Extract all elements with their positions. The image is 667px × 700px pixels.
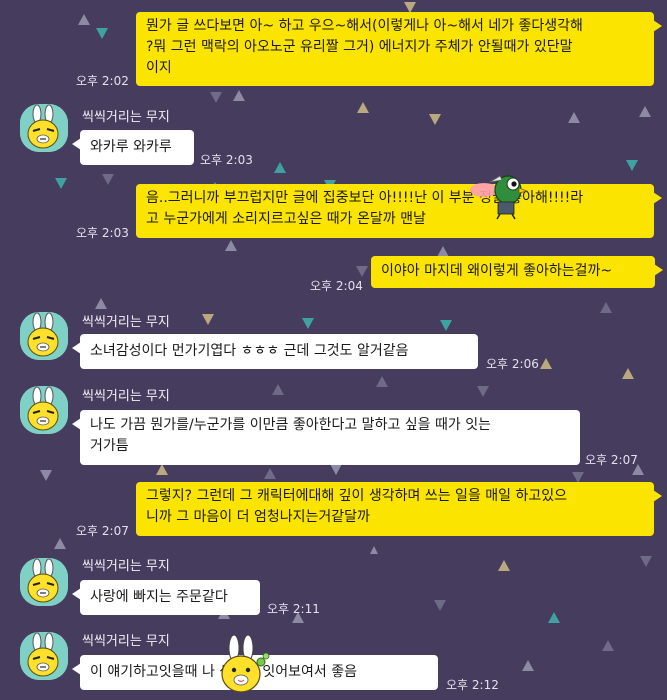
muzi-avatar-icon — [20, 312, 68, 360]
chat-bubble-mine[interactable]: 음..그러니까 부끄럽지만 글에 집중보단 아!!!!난 이 부분 정말 좋아해… — [136, 184, 662, 238]
chat-bubble-mine[interactable]: 뭔가 글 쓰다보면 아~ 하고 우으~해서(이렇게나 아~해서 네가 좋다생각해… — [136, 12, 662, 86]
sender-avatar[interactable] — [20, 558, 68, 606]
message-line: 사랑에 빠지는 주문같다 — [90, 589, 228, 605]
muzi-avatar-icon — [20, 632, 68, 680]
message-line: 뭔가 글 쓰다보면 아~ 하고 우으~해서(이렇게나 아~해서 네가 좋다생각해 — [146, 18, 583, 34]
muzi-character-sticker — [212, 634, 274, 700]
sender-name: 씩씩거리는 무지 — [82, 110, 170, 125]
chat-bubble-mine[interactable]: 이야아 마지데 왜이렇게 좋아하는걸까~ — [371, 256, 663, 288]
message-time: 오후 2:03 — [76, 226, 129, 240]
chat-bubble-theirs[interactable]: 사랑에 빠지는 주문같다 — [72, 580, 260, 615]
muzi-avatar-icon — [20, 558, 68, 606]
message-line: 니까 그 마음이 더 엄청나지는거같달까 — [146, 509, 370, 525]
sender-name: 씩씩거리는 무지 — [82, 634, 170, 649]
chat-bubble-theirs[interactable]: 와카루 와카루 — [72, 130, 194, 165]
message-line: 고 누군가에게 소리지르고싶은 때가 온달까 맨날 — [146, 211, 426, 227]
message-time: 오후 2:07 — [76, 524, 129, 538]
chat-bubble-theirs[interactable]: 나도 가끔 뭔가를/누군가를 이만큼 좋아한다고 말하고 싶을 때가 잇는 거가… — [72, 410, 580, 465]
sender-avatar[interactable] — [20, 104, 68, 152]
sender-name: 씩씩거리는 무지 — [82, 315, 170, 330]
sender-avatar[interactable] — [20, 312, 68, 360]
message-line: 이지 — [146, 60, 172, 76]
message-line: 이야아 마지데 왜이렇게 좋아하는걸까~ — [381, 263, 613, 279]
message-time: 오후 2:11 — [267, 602, 320, 616]
message-line: 거가틈 — [90, 438, 129, 454]
sender-name: 씩씩거리는 무지 — [82, 559, 170, 574]
message-time: 오후 2:07 — [585, 453, 638, 467]
chat-bubble-theirs[interactable]: 소녀감성이다 먼가기엽다 ㅎㅎㅎ 근데 그것도 알거같음 — [72, 334, 478, 369]
message-line: ?뭐 그런 맥락의 아오노군 유리짤 그거) 에너지가 주체가 안될때가 있단말 — [146, 39, 573, 55]
message-line: 소녀감성이다 먼가기엽다 ㅎㅎㅎ 근데 그것도 알거같음 — [90, 343, 409, 359]
message-line: 음..그러니까 부끄럽지만 글에 집중보단 아!!!!난 이 부분 정말 좋아해… — [146, 190, 584, 206]
message-line: 나도 가끔 뭔가를/누군가를 이만큼 좋아한다고 말하고 싶을 때가 잇는 — [90, 417, 491, 433]
message-time: 오후 2:06 — [486, 357, 539, 371]
sender-avatar[interactable] — [20, 386, 68, 434]
message-time: 오후 2:12 — [446, 678, 499, 692]
message-time: 오후 2:03 — [200, 153, 253, 167]
sender-avatar[interactable] — [20, 632, 68, 680]
green-bird-character-sticker — [470, 168, 530, 224]
message-time: 오후 2:02 — [76, 74, 129, 88]
message-line: 와카루 와카루 — [90, 139, 172, 155]
muzi-avatar-icon — [20, 386, 68, 434]
sender-name: 씩씩거리는 무지 — [82, 389, 170, 404]
muzi-avatar-icon — [20, 104, 68, 152]
chat-bubble-mine[interactable]: 그렇지? 그런데 그 캐릭터에대해 깊이 생각하며 쓰는 일을 매일 하고있으 … — [136, 482, 662, 536]
message-time: 오후 2:04 — [310, 279, 363, 293]
message-line: 그렇지? 그런데 그 캐릭터에대해 깊이 생각하며 쓰는 일을 매일 하고있으 — [146, 488, 568, 504]
